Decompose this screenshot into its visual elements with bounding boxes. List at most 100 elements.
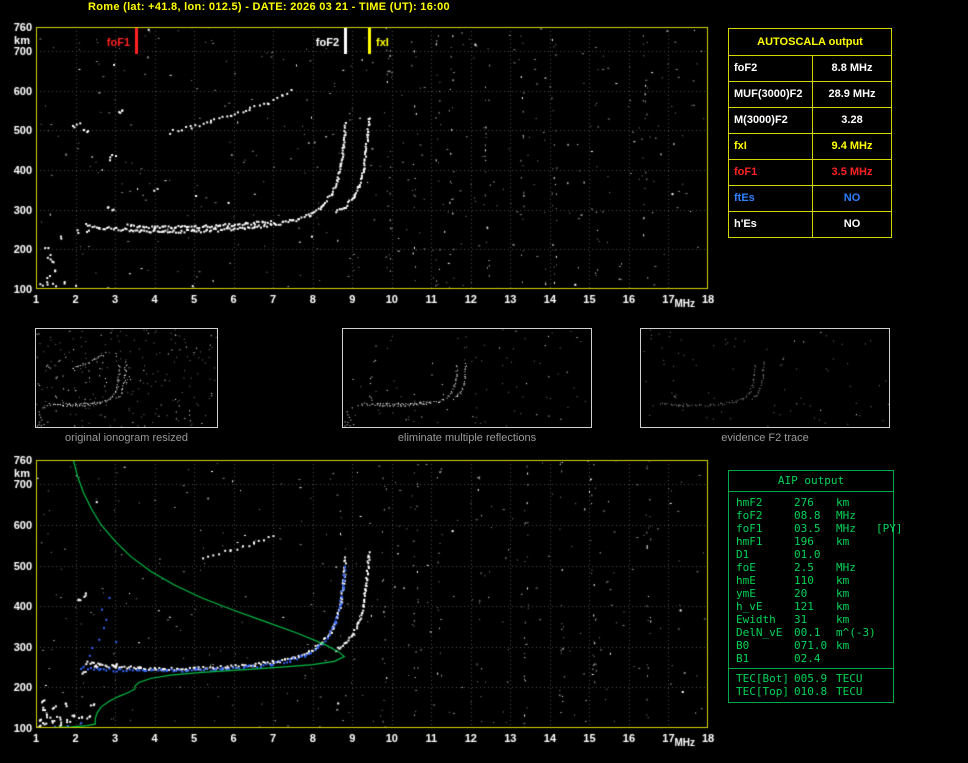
aip-row-value: 005.9 <box>794 672 828 685</box>
aip-row-unit: MHz <box>836 509 856 522</box>
aip-row-name: foF1 <box>736 522 763 535</box>
aip-rows: hmF2 276 km foF2 08.8 MHz foF1 03.5 MHz [PY] hmF1 1… <box>729 492 903 668</box>
aip-row-name: Ewidth <box>736 613 776 626</box>
aip-row-value: 00.1 <box>794 626 821 639</box>
aip-row-value: 196 <box>794 535 814 548</box>
aip-row-unit: TECU <box>836 672 863 685</box>
aip-row-name: h_vE <box>736 600 763 613</box>
aip-row: TEC[Bot] 005.9 TECU <box>729 672 893 685</box>
aip-row-unit <box>836 548 876 561</box>
aip-row: hmF2 276 km <box>729 496 893 509</box>
aip-row-unit: km <box>836 587 850 600</box>
autoscala-row-label: fxI <box>729 134 813 159</box>
aip-row-note <box>876 548 893 561</box>
autoscala-row-label: M(3000)F2 <box>729 108 813 133</box>
aip-row-note <box>876 496 893 509</box>
aip-row-name: hmF2 <box>736 496 763 509</box>
aip-row-name: foF2 <box>736 509 763 522</box>
aip-row: hmE 110 km <box>729 574 893 587</box>
aip-row-unit: km <box>836 600 850 613</box>
aip-row-unit: km <box>836 639 850 652</box>
aip-row: D1 01.0 <box>729 548 893 561</box>
aip-row: foE 2.5 MHz <box>729 561 893 574</box>
aip-row-unit: MHz <box>836 522 856 535</box>
aip-row-note <box>876 587 893 600</box>
autoscala-row-value: NO <box>843 192 861 204</box>
thumbnail-f2-trace <box>640 328 890 428</box>
aip-row-unit: TECU <box>836 685 863 698</box>
aip-row-value: 31 <box>794 613 808 626</box>
autoscala-row-value: 3.5 MHz <box>831 166 873 178</box>
autoscala-row-value: 28.9 MHz <box>828 88 876 100</box>
autoscala-row-label: ftEs <box>729 186 813 211</box>
aip-row-name: B1 <box>736 652 750 665</box>
aip-row-note <box>876 685 893 698</box>
aip-row-value: 08.8 <box>794 509 821 522</box>
aip-row-value: 01.0 <box>794 548 821 561</box>
aip-row-value: 02.4 <box>794 652 821 665</box>
aip-row-name: hmF1 <box>736 535 763 548</box>
thumbnail-original-ionogram <box>35 328 218 428</box>
aip-row-unit: km <box>836 613 850 626</box>
aip-row-unit: m^(-3) <box>836 626 876 639</box>
autoscala-panel-title: AUTOSCALA output <box>729 29 891 56</box>
aip-row: Ewidth 31 km <box>729 613 893 626</box>
autoscala-row-label: h'Es <box>729 212 813 237</box>
autoscala-row: M(3000)F2 3.28 <box>729 108 891 134</box>
aip-row-note <box>876 626 893 639</box>
autoscala-row: foF2 8.8 MHz <box>729 56 891 82</box>
aip-row: B0 071.0 km <box>729 639 893 652</box>
autoscala-row: MUF(3000)F2 28.9 MHz <box>729 82 891 108</box>
aip-row-name: B0 <box>736 639 750 652</box>
aip-row: DelN_vE 00.1 m^(-3) <box>729 626 893 639</box>
aip-tec-rows: TEC[Bot] 005.9 TECU TEC[Top] 010.8 TECU <box>729 668 893 702</box>
thumbnail-caption-f2: evidence F2 trace <box>721 432 809 444</box>
aip-row: B1 02.4 <box>729 652 893 665</box>
thumbnail-caption-cleaned: eliminate multiple reflections <box>397 432 537 444</box>
aip-row-name: DelN_vE <box>736 626 783 639</box>
aip-row: hmF1 196 km <box>729 535 893 548</box>
autoscala-rows: foF2 8.8 MHz MUF(3000)F2 28.9 MHz M(3000)F2 3… <box>729 56 891 237</box>
aip-row-unit <box>836 652 876 665</box>
aip-row-note: [PY] <box>876 522 903 535</box>
aip-row: foF2 08.8 MHz <box>729 509 893 522</box>
autoscala-row-value: NO <box>843 218 861 230</box>
aip-row-value: 010.8 <box>794 685 828 698</box>
thumbnail-caption-original: original ionogram resized <box>65 432 188 444</box>
autoscala-row-value: 3.28 <box>841 114 863 126</box>
aip-panel-title: AIP output <box>729 471 893 492</box>
autoscala-row: foF1 3.5 MHz <box>729 160 891 186</box>
aip-row-unit: km <box>836 496 850 509</box>
page-title: Rome (lat: +41.8, lon: 012.5) - DATE: 20… <box>88 1 450 13</box>
aip-row-note <box>876 652 893 665</box>
autoscala-row: h'Es NO <box>729 212 891 237</box>
aip-row-name: D1 <box>736 548 750 561</box>
aip-row-value: 2.5 <box>794 561 814 574</box>
aip-row: foF1 03.5 MHz [PY] <box>729 522 903 535</box>
autoscala-screen: Rome (lat: +41.8, lon: 012.5) - DATE: 20… <box>0 0 968 763</box>
scaled-ionogram-plot <box>6 18 726 330</box>
aip-row-note <box>876 639 893 652</box>
autoscala-row-label: MUF(3000)F2 <box>729 82 813 107</box>
aip-row: TEC[Top] 010.8 TECU <box>729 685 893 698</box>
aip-row-note <box>876 672 893 685</box>
inverted-ionogram-plot <box>6 451 726 763</box>
thumbnail-original-canvas <box>36 329 217 427</box>
aip-row-unit: km <box>836 535 850 548</box>
aip-row-name: TEC[Bot] <box>736 672 789 685</box>
aip-row-note <box>876 509 893 522</box>
aip-row-note <box>876 535 893 548</box>
autoscala-output-panel: AUTOSCALA output foF2 8.8 MHz MUF(3000)F2 2… <box>728 28 892 238</box>
aip-row-note <box>876 574 893 587</box>
autoscala-row: fxI 9.4 MHz <box>729 134 891 160</box>
autoscala-row-label: foF1 <box>729 160 813 185</box>
aip-row-value: 121 <box>794 600 814 613</box>
autoscala-row-value: 8.8 MHz <box>831 62 873 74</box>
aip-row-note <box>876 561 893 574</box>
aip-row-unit: km <box>836 574 850 587</box>
autoscala-row-label: foF2 <box>729 56 813 81</box>
aip-row-note <box>876 600 893 613</box>
aip-row-note <box>876 613 893 626</box>
aip-row-name: foE <box>736 561 756 574</box>
aip-row-name: TEC[Top] <box>736 685 789 698</box>
